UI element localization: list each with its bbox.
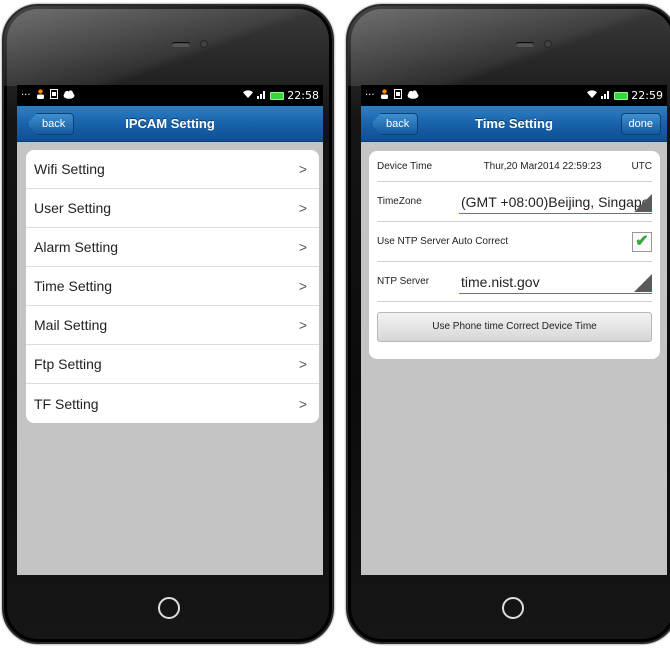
settings-menu: Wifi Setting > User Setting > Alarm Sett… <box>26 150 319 423</box>
menu-item-label: Ftp Setting <box>34 356 102 372</box>
speaker-grille <box>516 42 534 47</box>
chevron-right-icon: > <box>298 200 307 216</box>
notification-dots: ··· <box>21 90 31 101</box>
home-icon[interactable] <box>502 597 524 619</box>
status-time: 22:59 <box>631 89 663 102</box>
person-icon <box>380 89 389 102</box>
battery-icon <box>614 91 629 100</box>
device-time-label: Device Time <box>377 160 433 172</box>
ntp-server-value: time.nist.gov <box>461 273 540 290</box>
menu-item-ftp-setting[interactable]: Ftp Setting > <box>26 345 319 384</box>
cloud-icon <box>63 90 75 102</box>
dropdown-triangle-icon <box>634 193 652 212</box>
menu-item-user-setting[interactable]: User Setting > <box>26 189 319 228</box>
signal-icon <box>257 89 267 102</box>
status-bar: ··· 22:59 <box>361 85 667 106</box>
menu-item-label: User Setting <box>34 200 112 216</box>
back-button[interactable]: back <box>371 113 419 135</box>
ntp-auto-row: Use NTP Server Auto Correct ✔ <box>377 222 652 262</box>
menu-item-wifi-setting[interactable]: Wifi Setting > <box>26 150 319 189</box>
timezone-label: TimeZone <box>377 196 422 207</box>
wifi-icon <box>242 89 254 102</box>
checkmark-icon: ✔ <box>635 232 649 250</box>
signal-icon <box>601 89 611 102</box>
navigation-bar: Time Setting back done <box>361 106 667 142</box>
notification-dots: ··· <box>365 90 375 101</box>
speaker-grille <box>172 42 190 47</box>
menu-item-label: Time Setting <box>34 278 113 294</box>
ntp-server-select[interactable]: time.nist.gov <box>459 270 652 294</box>
glass-reflection <box>4 6 332 86</box>
front-camera <box>544 40 552 48</box>
status-bar: ··· 22:58 <box>17 85 323 106</box>
time-settings-panel: Device Time Thur,20 Mar2014 22:59:23 UTC… <box>369 151 660 359</box>
timezone-value: (GMT +08:00)Beijing, Singapore <box>461 193 652 210</box>
screen: ··· 22:59 Time Setting back done Device … <box>361 85 667 575</box>
use-phone-time-button[interactable]: Use Phone time Correct Device Time <box>377 312 652 342</box>
device-time-value: Thur,20 Mar2014 22:59:23 <box>483 160 602 172</box>
menu-item-label: Wifi Setting <box>34 161 105 177</box>
ntp-server-label: NTP Server <box>377 276 430 287</box>
menu-item-time-setting[interactable]: Time Setting > <box>26 267 319 306</box>
glass-reflection <box>348 6 670 86</box>
device-time-zone: UTC <box>631 160 652 172</box>
front-camera <box>200 40 208 48</box>
wifi-icon <box>586 89 598 102</box>
cloud-icon <box>407 90 419 102</box>
ntp-server-row: NTP Server time.nist.gov <box>377 262 652 302</box>
timezone-select[interactable]: (GMT +08:00)Beijing, Singapore <box>459 190 652 214</box>
ntp-auto-label: Use NTP Server Auto Correct <box>377 236 508 247</box>
menu-item-label: Alarm Setting <box>34 239 119 255</box>
phone-left: ··· 22:58 IPCAM Setting back Wifi Settin… <box>2 4 334 644</box>
menu-item-mail-setting[interactable]: Mail Setting > <box>26 306 319 345</box>
done-button[interactable]: done <box>620 113 661 135</box>
chevron-right-icon: > <box>298 239 307 255</box>
menu-item-tf-setting[interactable]: TF Setting > <box>26 384 319 423</box>
battery-icon <box>270 91 285 100</box>
sim-icon <box>393 89 402 102</box>
ntp-auto-checkbox[interactable]: ✔ <box>632 231 652 252</box>
chevron-right-icon: > <box>298 356 307 372</box>
chevron-right-icon: > <box>298 161 307 177</box>
device-time-row: Device Time Thur,20 Mar2014 22:59:23 UTC <box>377 151 652 182</box>
sim-icon <box>49 89 58 102</box>
chevron-right-icon: > <box>298 317 307 333</box>
chevron-right-icon: > <box>298 395 307 412</box>
back-button[interactable]: back <box>27 113 75 135</box>
phone-right: ··· 22:59 Time Setting back done Device … <box>346 4 670 644</box>
navigation-bar: IPCAM Setting back <box>17 106 323 142</box>
menu-item-label: TF Setting <box>34 395 99 412</box>
menu-item-label: Mail Setting <box>34 317 108 333</box>
timezone-row: TimeZone (GMT +08:00)Beijing, Singapore <box>377 182 652 222</box>
home-icon[interactable] <box>158 597 180 619</box>
dropdown-triangle-icon <box>634 273 652 292</box>
screen: ··· 22:58 IPCAM Setting back Wifi Settin… <box>17 85 323 575</box>
status-time: 22:58 <box>287 89 319 102</box>
chevron-right-icon: > <box>298 278 307 294</box>
person-icon <box>36 89 45 102</box>
menu-item-alarm-setting[interactable]: Alarm Setting > <box>26 228 319 267</box>
